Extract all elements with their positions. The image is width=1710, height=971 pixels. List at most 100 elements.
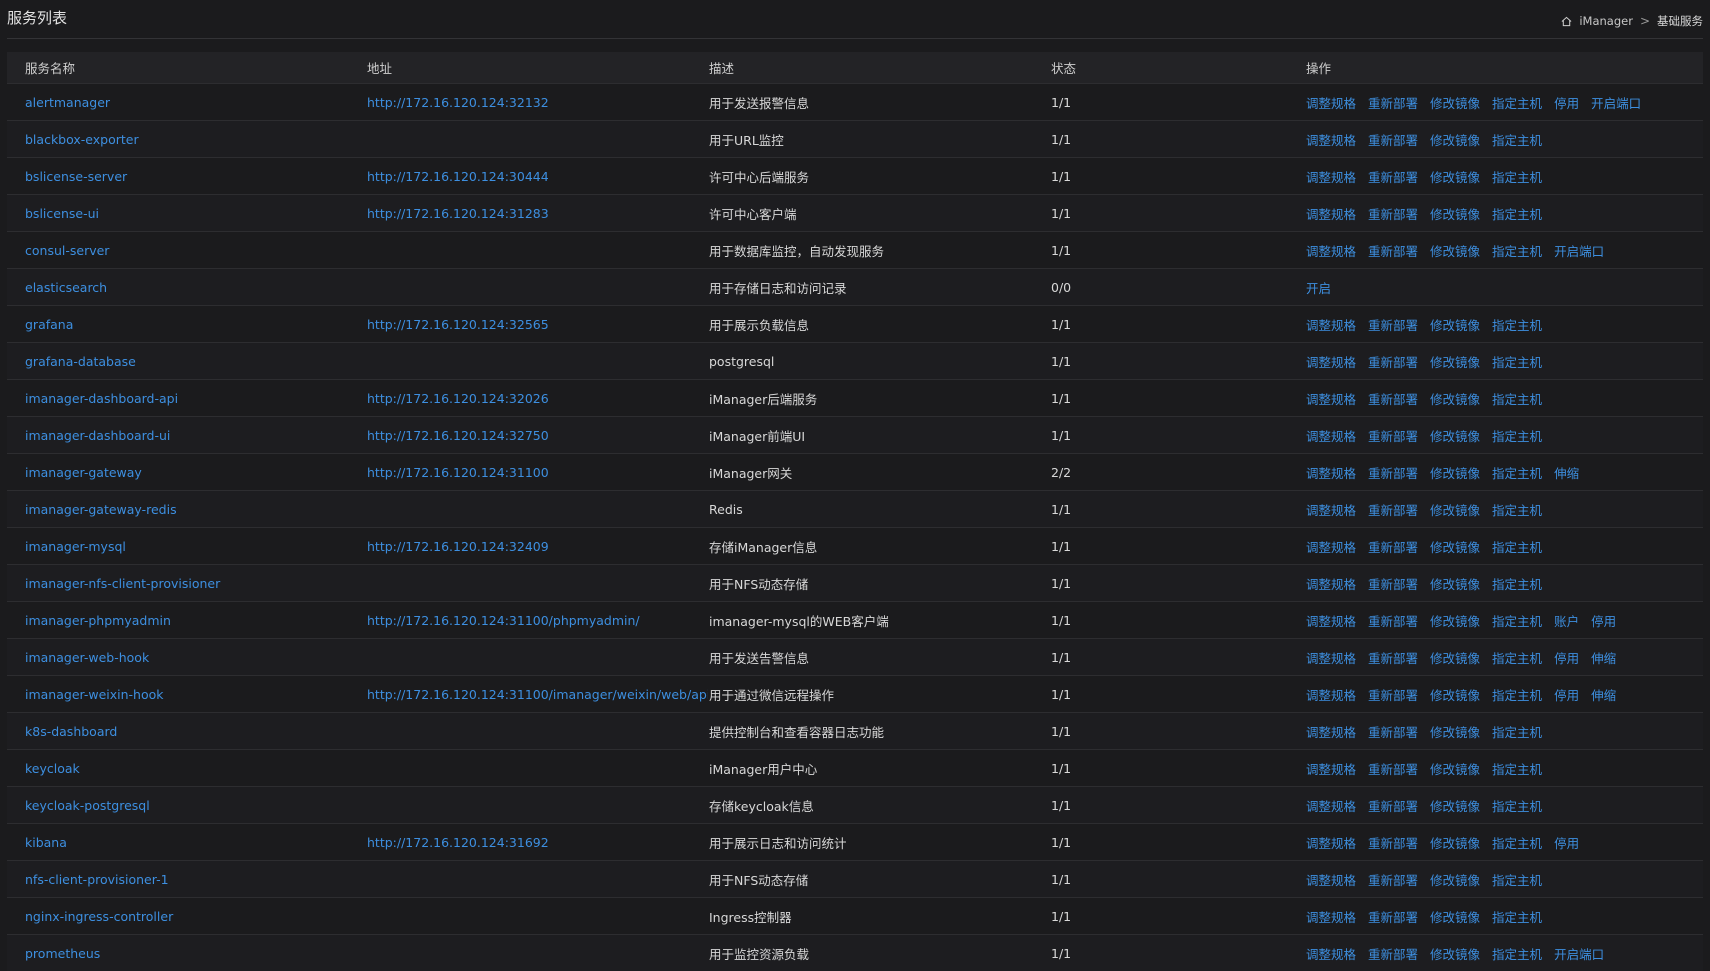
operation-button[interactable]: 伸缩 <box>1554 466 1579 481</box>
operation-button[interactable]: 修改镜像 <box>1430 577 1480 592</box>
operation-button[interactable]: 重新部署 <box>1368 799 1418 814</box>
operation-button[interactable]: 修改镜像 <box>1430 725 1480 740</box>
operation-button[interactable]: 重新部署 <box>1368 133 1418 148</box>
service-name-link[interactable]: imanager-gateway-redis <box>25 502 177 517</box>
operation-button[interactable]: 重新部署 <box>1368 688 1418 703</box>
operation-button[interactable]: 重新部署 <box>1368 614 1418 629</box>
service-name-link[interactable]: k8s-dashboard <box>25 724 117 739</box>
service-name-link[interactable]: bslicense-ui <box>25 206 99 221</box>
address-link[interactable]: http://172.16.120.124:32750 <box>367 428 549 443</box>
service-name-link[interactable]: blackbox-exporter <box>25 132 139 147</box>
operation-button[interactable]: 指定主机 <box>1492 207 1542 222</box>
operation-button[interactable]: 指定主机 <box>1492 651 1542 666</box>
operation-button[interactable]: 伸缩 <box>1591 651 1616 666</box>
operation-button[interactable]: 重新部署 <box>1368 96 1418 111</box>
operation-button[interactable]: 调整规格 <box>1306 947 1356 962</box>
address-link[interactable]: http://172.16.120.124:32565 <box>367 317 549 332</box>
operation-button[interactable]: 修改镜像 <box>1430 910 1480 925</box>
operation-button[interactable]: 调整规格 <box>1306 873 1356 888</box>
operation-button[interactable]: 修改镜像 <box>1430 170 1480 185</box>
operation-button[interactable]: 调整规格 <box>1306 836 1356 851</box>
operation-button[interactable]: 指定主机 <box>1492 799 1542 814</box>
operation-button[interactable]: 修改镜像 <box>1430 836 1480 851</box>
operation-button[interactable]: 调整规格 <box>1306 688 1356 703</box>
operation-button[interactable]: 指定主机 <box>1492 540 1542 555</box>
service-name-link[interactable]: grafana <box>25 317 73 332</box>
operation-button[interactable]: 重新部署 <box>1368 429 1418 444</box>
operation-button[interactable]: 修改镜像 <box>1430 540 1480 555</box>
service-name-link[interactable]: nginx-ingress-controller <box>25 909 173 924</box>
operation-button[interactable]: 调整规格 <box>1306 614 1356 629</box>
operation-button[interactable]: 修改镜像 <box>1430 133 1480 148</box>
operation-button[interactable]: 调整规格 <box>1306 799 1356 814</box>
operation-button[interactable]: 调整规格 <box>1306 207 1356 222</box>
address-link[interactable]: http://172.16.120.124:31100 <box>367 465 549 480</box>
operation-button[interactable]: 指定主机 <box>1492 836 1542 851</box>
operation-button[interactable]: 重新部署 <box>1368 466 1418 481</box>
operation-button[interactable]: 重新部署 <box>1368 762 1418 777</box>
service-name-link[interactable]: imanager-weixin-hook <box>25 687 164 702</box>
operation-button[interactable]: 修改镜像 <box>1430 799 1480 814</box>
operation-button[interactable]: 停用 <box>1554 96 1579 111</box>
operation-button[interactable]: 重新部署 <box>1368 947 1418 962</box>
service-name-link[interactable]: kibana <box>25 835 67 850</box>
operation-button[interactable]: 指定主机 <box>1492 910 1542 925</box>
operation-button[interactable]: 重新部署 <box>1368 355 1418 370</box>
service-name-link[interactable]: imanager-dashboard-api <box>25 391 178 406</box>
operation-button[interactable]: 重新部署 <box>1368 503 1418 518</box>
service-name-link[interactable]: imanager-gateway <box>25 465 142 480</box>
operation-button[interactable]: 指定主机 <box>1492 947 1542 962</box>
operation-button[interactable]: 停用 <box>1554 651 1579 666</box>
operation-button[interactable]: 修改镜像 <box>1430 207 1480 222</box>
operation-button[interactable]: 调整规格 <box>1306 762 1356 777</box>
operation-button[interactable]: 账户 <box>1554 614 1579 629</box>
address-link[interactable]: http://172.16.120.124:31283 <box>367 206 549 221</box>
operation-button[interactable]: 开启端口 <box>1554 244 1604 259</box>
operation-button[interactable]: 重新部署 <box>1368 540 1418 555</box>
operation-button[interactable]: 开启 <box>1306 281 1331 296</box>
service-name-link[interactable]: bslicense-server <box>25 169 127 184</box>
operation-button[interactable]: 指定主机 <box>1492 614 1542 629</box>
operation-button[interactable]: 指定主机 <box>1492 96 1542 111</box>
operation-button[interactable]: 伸缩 <box>1591 688 1616 703</box>
operation-button[interactable]: 调整规格 <box>1306 540 1356 555</box>
operation-button[interactable]: 指定主机 <box>1492 318 1542 333</box>
service-name-link[interactable]: imanager-web-hook <box>25 650 149 665</box>
operation-button[interactable]: 指定主机 <box>1492 133 1542 148</box>
operation-button[interactable]: 调整规格 <box>1306 318 1356 333</box>
operation-button[interactable]: 重新部署 <box>1368 170 1418 185</box>
operation-button[interactable]: 修改镜像 <box>1430 614 1480 629</box>
operation-button[interactable]: 指定主机 <box>1492 688 1542 703</box>
operation-button[interactable]: 修改镜像 <box>1430 873 1480 888</box>
operation-button[interactable]: 指定主机 <box>1492 355 1542 370</box>
operation-button[interactable]: 指定主机 <box>1492 244 1542 259</box>
operation-button[interactable]: 修改镜像 <box>1430 244 1480 259</box>
operation-button[interactable]: 开启端口 <box>1554 947 1604 962</box>
operation-button[interactable]: 调整规格 <box>1306 910 1356 925</box>
address-link[interactable]: http://172.16.120.124:32026 <box>367 391 549 406</box>
operation-button[interactable]: 修改镜像 <box>1430 429 1480 444</box>
operation-button[interactable]: 开启端口 <box>1591 96 1641 111</box>
operation-button[interactable]: 调整规格 <box>1306 577 1356 592</box>
operation-button[interactable]: 修改镜像 <box>1430 355 1480 370</box>
home-icon[interactable] <box>1561 16 1572 27</box>
operation-button[interactable]: 调整规格 <box>1306 503 1356 518</box>
operation-button[interactable]: 修改镜像 <box>1430 651 1480 666</box>
service-name-link[interactable]: alertmanager <box>25 95 110 110</box>
service-name-link[interactable]: grafana-database <box>25 354 136 369</box>
operation-button[interactable]: 调整规格 <box>1306 355 1356 370</box>
operation-button[interactable]: 修改镜像 <box>1430 318 1480 333</box>
operation-button[interactable]: 调整规格 <box>1306 466 1356 481</box>
operation-button[interactable]: 修改镜像 <box>1430 762 1480 777</box>
operation-button[interactable]: 停用 <box>1554 688 1579 703</box>
operation-button[interactable]: 重新部署 <box>1368 910 1418 925</box>
operation-button[interactable]: 重新部署 <box>1368 244 1418 259</box>
operation-button[interactable]: 重新部署 <box>1368 577 1418 592</box>
operation-button[interactable]: 指定主机 <box>1492 170 1542 185</box>
operation-button[interactable]: 指定主机 <box>1492 503 1542 518</box>
address-link[interactable]: http://172.16.120.124:32132 <box>367 95 549 110</box>
operation-button[interactable]: 重新部署 <box>1368 873 1418 888</box>
operation-button[interactable]: 指定主机 <box>1492 392 1542 407</box>
operation-button[interactable]: 修改镜像 <box>1430 392 1480 407</box>
operation-button[interactable]: 修改镜像 <box>1430 96 1480 111</box>
